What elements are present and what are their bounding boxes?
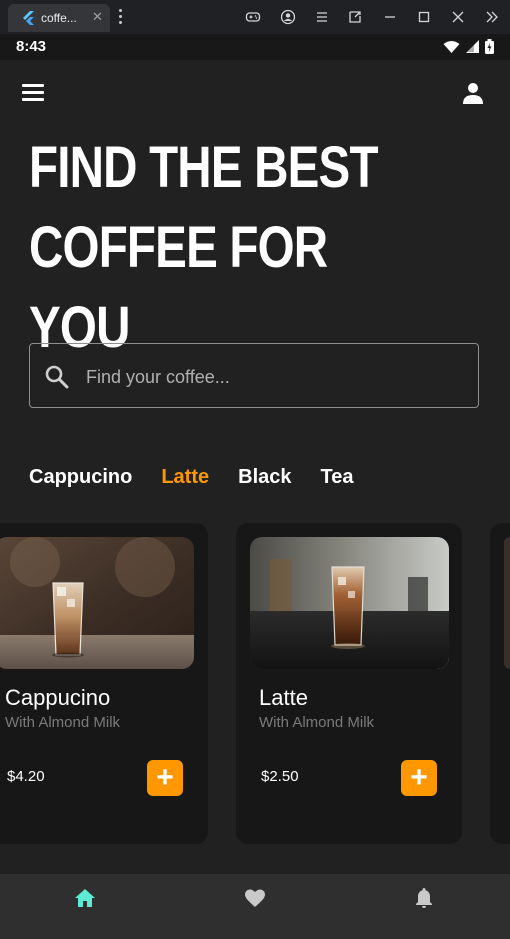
browser-tab[interactable]: coffe... ✕ [8, 4, 110, 32]
profile-icon[interactable] [461, 82, 485, 104]
product-image [504, 537, 510, 669]
maximize-icon[interactable] [416, 9, 432, 25]
category-tabs: Cappucino Latte Black Tea [29, 466, 354, 489]
expand-chevrons-icon[interactable] [484, 9, 500, 25]
page-title: FIND THE BEST COFFEE FOR YOU [29, 128, 406, 368]
product-image [250, 537, 449, 669]
product-price: $2.50 [261, 768, 299, 785]
search-box[interactable] [29, 343, 479, 408]
product-card[interactable]: Cappucino With Almond Milk $4.20 + [0, 523, 208, 844]
battery-icon [485, 39, 494, 54]
product-name: Latte [259, 685, 308, 710]
tab-latte[interactable]: Latte [161, 466, 209, 489]
add-to-cart-button[interactable]: + [147, 760, 183, 796]
heart-icon[interactable] [243, 886, 267, 910]
screenshot-icon[interactable] [347, 9, 363, 25]
product-card[interactable]: Latte With Almond Milk $2.50 + [236, 523, 462, 844]
tab-tea[interactable]: Tea [321, 466, 354, 489]
tab-title: coffe... [41, 11, 77, 25]
minimize-icon[interactable] [382, 9, 398, 25]
status-time: 8:43 [16, 38, 47, 55]
product-name: Cappucino [5, 685, 111, 710]
tab-close-button[interactable]: ✕ [92, 9, 103, 25]
wifi-icon [443, 40, 460, 53]
more-options-icon[interactable] [118, 9, 124, 25]
tab-cappucino[interactable]: Cappucino [29, 466, 132, 489]
tab-black[interactable]: Black [238, 466, 291, 489]
product-card[interactable] [490, 523, 510, 844]
status-bar: 8:43 [0, 34, 510, 60]
close-icon[interactable] [450, 9, 466, 25]
menu-icon[interactable] [22, 84, 44, 101]
search-icon [45, 365, 69, 389]
home-icon[interactable] [73, 886, 97, 910]
bell-icon[interactable] [412, 886, 436, 910]
gamepad-icon[interactable] [245, 9, 261, 25]
product-image [0, 537, 194, 669]
product-price: $4.20 [7, 768, 45, 785]
hamburger-icon[interactable] [314, 9, 330, 25]
flutter-icon [23, 11, 34, 25]
cell-signal-icon [466, 39, 479, 53]
window-titlebar: coffe... ✕ [0, 0, 510, 34]
product-subtitle: With Almond Milk [259, 714, 375, 731]
add-to-cart-button[interactable]: + [401, 760, 437, 796]
product-subtitle: With Almond Milk [5, 714, 121, 731]
bottom-navigation [0, 874, 510, 939]
account-circle-icon[interactable] [280, 9, 296, 25]
title-line-1: FIND THE BEST [29, 135, 379, 200]
search-input[interactable] [84, 362, 468, 392]
